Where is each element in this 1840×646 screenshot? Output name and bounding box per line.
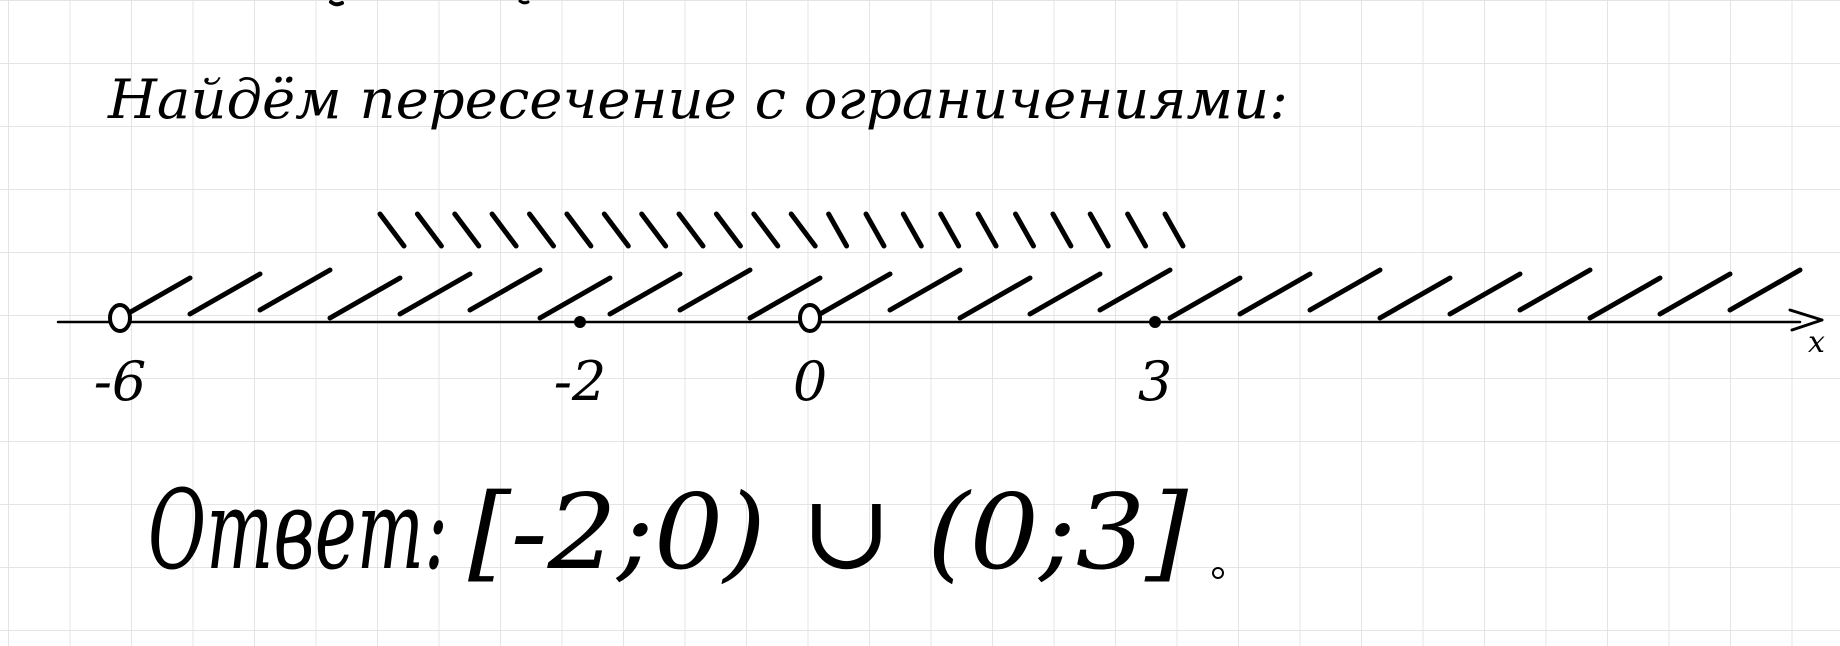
- notebook-grid-board: Найдём пересечение с ограничениями: x -6…: [0, 0, 1840, 646]
- upper-hatch-stroke: [414, 211, 444, 249]
- handwritten-solution-canvas: Найдём пересечение с ограничениями: x -6…: [56, 0, 1825, 594]
- lower-hatch-stroke: [467, 267, 543, 313]
- lower-hatch-stroke: [817, 271, 893, 317]
- upper-hatch-stroke: [751, 211, 781, 249]
- lower-hatch-stroke: [327, 275, 403, 321]
- upper-interval-hatching: [377, 211, 1186, 249]
- upper-hatch-stroke: [1013, 211, 1036, 249]
- upper-hatch-stroke: [826, 211, 850, 249]
- lower-hatch-stroke: [1587, 275, 1663, 321]
- lower-hatch-stroke: [887, 267, 963, 313]
- stray-mark: [329, 0, 344, 7]
- closed-point-marker: [1149, 316, 1161, 328]
- axis-point-label: -6: [94, 350, 147, 413]
- lower-hatch-stroke: [1517, 267, 1593, 313]
- upper-hatch-stroke: [377, 211, 407, 249]
- lower-hatch-stroke: [1377, 275, 1453, 321]
- upper-hatch-stroke: [639, 211, 669, 249]
- upper-hatch-stroke: [1162, 211, 1186, 249]
- lower-hatch-stroke: [957, 275, 1033, 321]
- upper-hatch-stroke: [527, 211, 556, 249]
- upper-hatch-stroke: [601, 211, 631, 249]
- answer-expression: [-2;0) ∪ (0;3]: [468, 471, 1188, 593]
- axis-variable-label: x: [1808, 325, 1825, 360]
- lower-hatch-stroke: [537, 275, 613, 321]
- lower-hatch-stroke: [1657, 271, 1733, 317]
- upper-hatch-stroke: [452, 211, 482, 249]
- lower-hatch-stroke: [1097, 267, 1173, 313]
- upper-hatch-stroke: [975, 211, 999, 249]
- upper-hatch-stroke: [938, 211, 962, 249]
- lower-hatch-stroke: [1237, 271, 1313, 317]
- lower-hatch-stroke: [1447, 271, 1523, 317]
- stray-mark: [518, 0, 530, 5]
- lower-hatch-stroke: [187, 271, 263, 317]
- upper-hatch-stroke: [1050, 211, 1074, 249]
- lower-hatch-stroke: [607, 271, 683, 317]
- answer-prefix: Ответ:: [148, 466, 448, 594]
- upper-hatch-stroke: [863, 211, 887, 249]
- upper-hatch-stroke: [900, 211, 924, 249]
- lower-hatch-stroke: [397, 271, 473, 317]
- upper-hatch-stroke: [1125, 211, 1149, 249]
- lower-hatch-stroke: [1727, 267, 1803, 313]
- lower-hatch-stroke: [1027, 271, 1103, 317]
- heading-text: Найдём пересечение с ограничениями:: [107, 68, 1288, 131]
- open-point-marker: [798, 303, 822, 333]
- lower-hatch-stroke: [1307, 267, 1383, 313]
- lower-interval-hatching: [117, 267, 1803, 321]
- lower-hatch-stroke: [677, 267, 753, 313]
- axis-point-label: -2: [554, 350, 607, 413]
- upper-hatch-stroke: [788, 211, 818, 249]
- lower-hatch-stroke: [1167, 275, 1243, 321]
- upper-hatch-stroke: [564, 211, 594, 249]
- pen-cursor-icon: [1212, 567, 1224, 579]
- lower-hatch-stroke: [257, 267, 333, 313]
- axis-point-label: 0: [793, 350, 827, 413]
- open-point-marker: [108, 303, 132, 333]
- upper-hatch-stroke: [1087, 211, 1111, 249]
- closed-point-marker: [574, 316, 586, 328]
- upper-hatch-stroke: [489, 211, 519, 249]
- upper-hatch-stroke: [713, 211, 743, 249]
- axis-point-label: 3: [1138, 350, 1172, 413]
- upper-hatch-stroke: [676, 211, 706, 249]
